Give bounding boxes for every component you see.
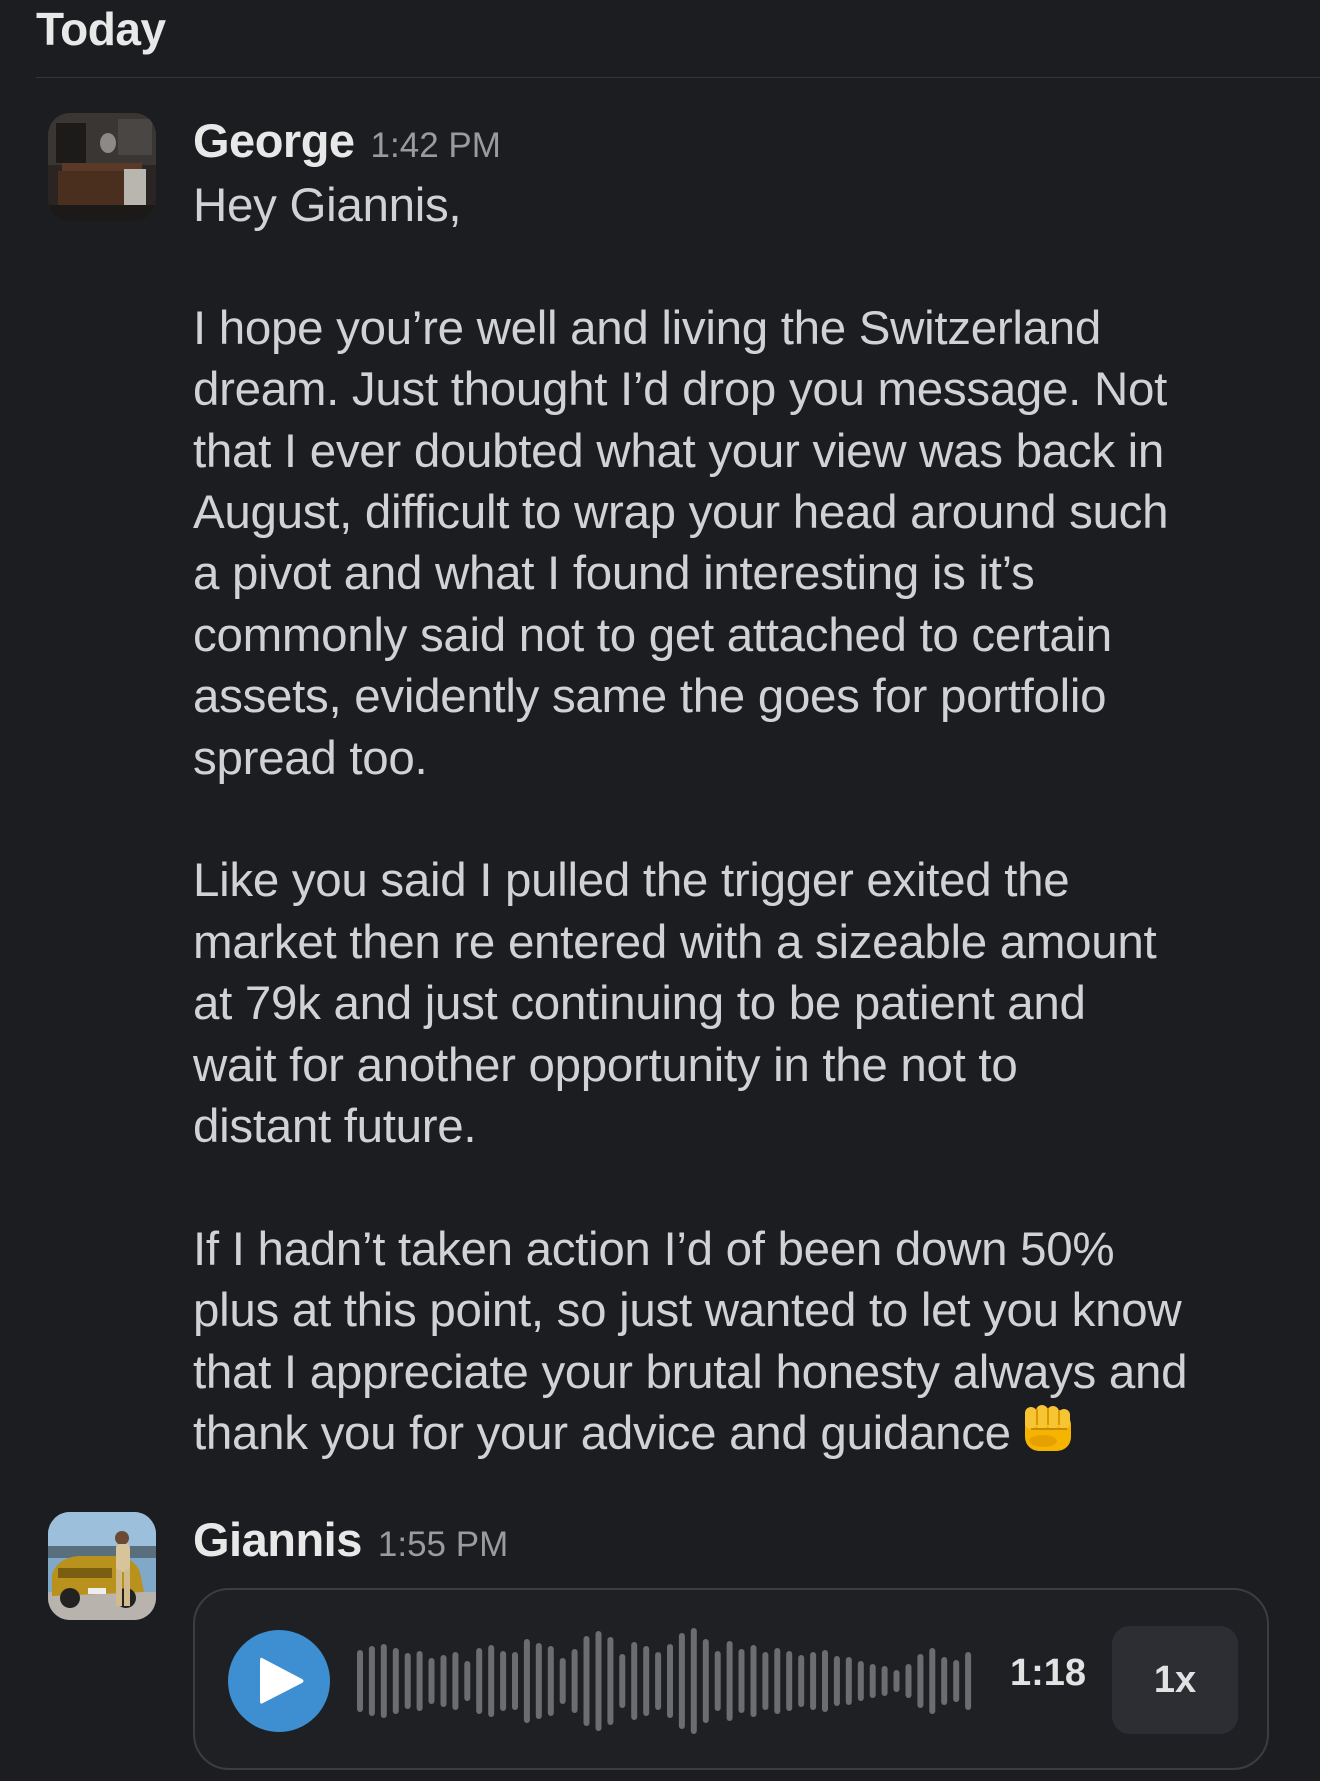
message-text: Hey Giannis, I hope you’re well and livi…	[193, 175, 1284, 1471]
avatar-image	[48, 1512, 156, 1620]
waveform-bar	[917, 1654, 924, 1708]
play-icon	[260, 1657, 304, 1704]
waveform-bar	[440, 1655, 447, 1707]
waveform-bar	[798, 1655, 805, 1707]
waveform-bar	[619, 1654, 626, 1708]
waveform-bar	[667, 1644, 673, 1718]
waveform-bar	[500, 1651, 507, 1711]
waveform-bar	[428, 1658, 435, 1704]
waveform-bar	[583, 1636, 590, 1726]
waveform-bar	[607, 1637, 614, 1725]
play-button[interactable]	[228, 1630, 330, 1732]
message-header: Giannis 1:55 PM	[193, 1512, 1284, 1574]
waveform-bar	[655, 1652, 662, 1710]
date-divider	[36, 77, 1320, 78]
waveform-bar	[559, 1658, 566, 1704]
audio-duration: 1:18	[1010, 1652, 1087, 1694]
waveform-bar	[643, 1646, 650, 1716]
waveform-bar	[881, 1666, 888, 1696]
waveform-bar	[905, 1664, 912, 1698]
waveform-bar	[869, 1664, 876, 1698]
waveform-bar	[762, 1652, 769, 1710]
sender-name[interactable]: George	[193, 113, 355, 168]
waveform-bar	[702, 1639, 709, 1723]
waveform-bar	[452, 1652, 459, 1710]
waveform-bar	[357, 1650, 363, 1712]
message-body: Giannis 1:55 PM 1:18 1x	[193, 1512, 1284, 1770]
waveform-bar	[845, 1657, 852, 1705]
message-header: George 1:42 PM	[193, 113, 1284, 175]
waveform-icon[interactable]	[355, 1620, 975, 1742]
waveform-bar	[523, 1639, 530, 1723]
waveform-bar	[571, 1649, 578, 1713]
waveform-bar	[750, 1645, 757, 1717]
waveform-bar	[512, 1652, 518, 1710]
waveform-bar	[953, 1660, 960, 1702]
waveform-bar	[678, 1633, 685, 1729]
waveform-bar	[595, 1631, 602, 1731]
waveform-bar	[464, 1661, 471, 1701]
waveform-bar	[810, 1652, 817, 1710]
avatar[interactable]	[48, 113, 156, 221]
waveform-bar	[857, 1661, 864, 1701]
audio-message-card: 1:18 1x	[193, 1588, 1269, 1770]
waveform-bar	[822, 1650, 828, 1712]
sender-name[interactable]: Giannis	[193, 1512, 362, 1567]
waveform-bar	[547, 1646, 554, 1716]
message-body: George 1:42 PM Hey Giannis, I hope you’r…	[193, 113, 1284, 1471]
date-header: Today	[36, 3, 166, 55]
waveform-bar	[416, 1651, 423, 1711]
waveform-bar	[726, 1641, 733, 1721]
waveform-bar	[368, 1646, 375, 1716]
waveform-bar	[488, 1645, 495, 1717]
playback-speed-button[interactable]: 1x	[1112, 1626, 1238, 1734]
waveform-bar	[392, 1648, 399, 1714]
waveform-bar	[380, 1644, 387, 1718]
waveform-bar	[535, 1643, 542, 1719]
waveform-bar	[631, 1642, 638, 1720]
waveform-bar	[893, 1670, 900, 1692]
waveform-bar	[965, 1652, 972, 1710]
waveform-bar	[714, 1651, 721, 1711]
waveform-bar	[738, 1649, 745, 1713]
avatar[interactable]	[48, 1512, 156, 1620]
avatar-image	[48, 113, 156, 221]
waveform-bar	[690, 1628, 697, 1734]
oncoming-fist-icon	[1021, 1403, 1079, 1470]
waveform-bar	[404, 1653, 411, 1709]
waveform-bar	[929, 1648, 936, 1714]
message-timestamp[interactable]: 1:42 PM	[371, 126, 501, 166]
waveform-bar	[774, 1648, 781, 1714]
waveform-bar	[833, 1656, 840, 1706]
message-timestamp[interactable]: 1:55 PM	[378, 1525, 508, 1565]
waveform-bar	[476, 1648, 483, 1714]
message-text-content: Hey Giannis, I hope you’re well and livi…	[193, 179, 1188, 1461]
waveform-bar	[786, 1651, 793, 1711]
waveform-bar	[941, 1657, 948, 1705]
